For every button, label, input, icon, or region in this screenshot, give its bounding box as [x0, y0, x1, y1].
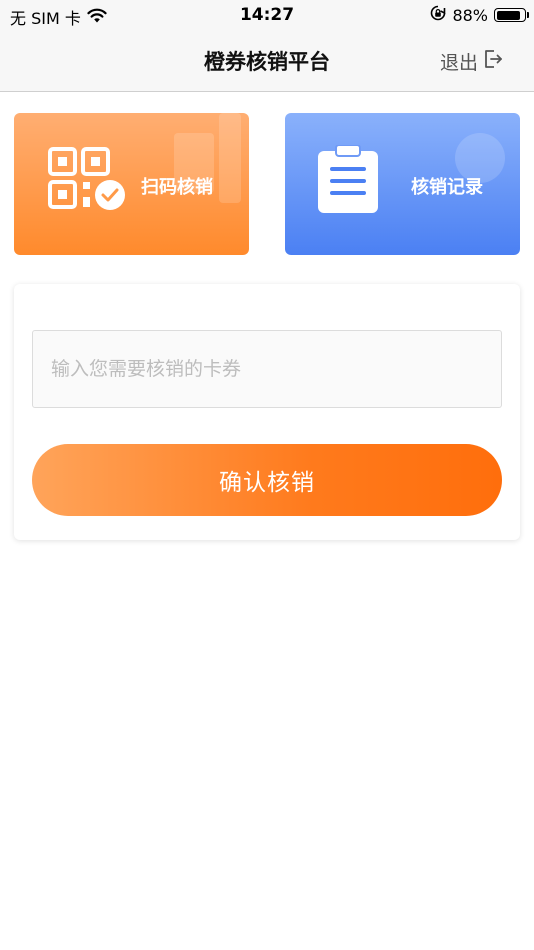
status-right: 88% — [430, 5, 529, 25]
coupon-code-input[interactable] — [32, 330, 502, 408]
scan-redeem-card[interactable]: 扫码核销 — [14, 113, 249, 255]
confirm-redeem-button[interactable]: 确认核销 — [32, 444, 502, 516]
redeem-records-label: 核销记录 — [411, 177, 483, 198]
clipboard-list-icon — [316, 144, 380, 219]
logout-icon — [482, 48, 504, 75]
battery-percent: 88% — [452, 5, 488, 25]
redeem-records-card[interactable]: 核销记录 — [285, 113, 520, 255]
scan-redeem-label: 扫码核销 — [141, 177, 213, 198]
battery-fill — [496, 10, 520, 20]
status-bar: 无 SIM 卡 14:27 88% — [0, 0, 534, 30]
redeem-form-panel: 确认核销 — [14, 284, 520, 540]
qr-code-check-icon — [48, 147, 126, 217]
nav-bar: 橙券核销平台 退出 — [0, 30, 534, 92]
orientation-lock-icon — [430, 5, 446, 25]
logout-label: 退出 — [439, 52, 478, 74]
battery-icon — [494, 8, 529, 22]
logout-button[interactable]: 退出 — [440, 48, 504, 75]
card-decoration — [219, 113, 241, 203]
